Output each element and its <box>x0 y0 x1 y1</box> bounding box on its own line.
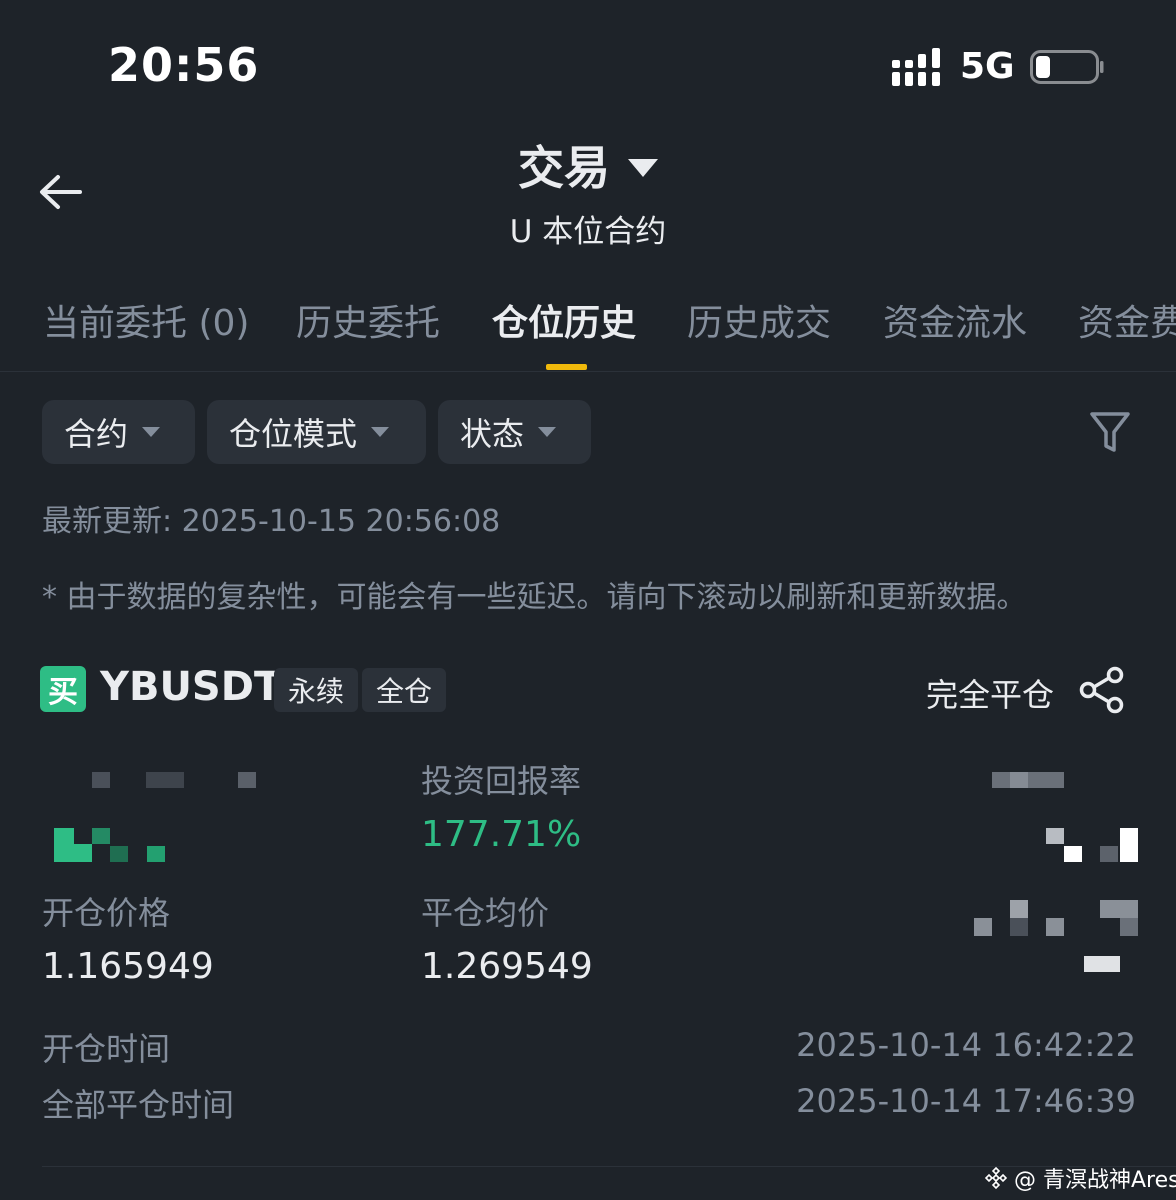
share-icon[interactable] <box>1078 666 1126 714</box>
last-updated: 最新更新: 2025-10-15 20:56:08 <box>42 504 501 539</box>
dropdown-caret-icon <box>142 427 161 437</box>
status-bar-time: 20:56 <box>108 38 260 92</box>
network-type: 5G <box>960 46 1015 87</box>
delay-notice: * 由于数据的复杂性，可能会有一些延迟。请向下滚动以刷新和更新数据。 <box>42 580 1027 615</box>
page-title-text: 交易 <box>518 141 610 195</box>
filter-contract[interactable]: 合约 <box>42 400 195 464</box>
active-tab-indicator <box>546 364 587 370</box>
side-badge: 买 <box>40 666 86 712</box>
open-time-value: 2025-10-14 16:42:22 <box>796 1026 1136 1064</box>
filter-contract-label: 合约 <box>64 415 129 453</box>
close-status: 完全平仓 <box>926 676 1055 714</box>
open-time-label: 开仓时间 <box>42 1030 171 1068</box>
battery-icon <box>1030 50 1104 84</box>
watermark: @ 青溟战神Ares <box>984 1162 1176 1194</box>
tab-position-history[interactable]: 仓位历史 <box>492 294 636 346</box>
tab-funding-fee[interactable]: 资金费 <box>1078 294 1176 346</box>
close-time-label: 全部平仓时间 <box>42 1086 235 1124</box>
tab-divider <box>0 371 1176 372</box>
dropdown-caret-icon <box>538 427 557 437</box>
watermark-text: @ 青溟战神Ares <box>1014 1168 1176 1193</box>
filter-icon[interactable] <box>1088 410 1132 456</box>
tag-cross-margin: 全仓 <box>362 668 447 712</box>
tab-open-orders[interactable]: 当前委托 (0) <box>43 294 249 346</box>
tab-transaction-history[interactable]: 资金流水 <box>883 294 1027 346</box>
filter-position-mode[interactable]: 仓位模式 <box>207 400 426 464</box>
roi-label: 投资回报率 <box>421 762 582 800</box>
open-price-value: 1.165949 <box>42 946 214 987</box>
page-title[interactable]: 交易 <box>0 132 1176 198</box>
filter-status-label: 状态 <box>460 415 525 453</box>
close-price-value: 1.269549 <box>421 946 593 987</box>
tab-order-history[interactable]: 历史委托 <box>296 294 440 346</box>
filter-position-mode-label: 仓位模式 <box>229 415 358 453</box>
dropdown-caret-icon <box>371 427 390 437</box>
page-subtitle: U 本位合约 <box>509 214 667 250</box>
tag-perpetual: 永续 <box>274 668 359 712</box>
close-price-label: 平仓均价 <box>421 894 550 932</box>
filter-status[interactable]: 状态 <box>438 400 591 464</box>
watermark-logo-icon <box>984 1166 1008 1190</box>
signal-icon <box>892 48 940 86</box>
dropdown-caret-icon <box>628 158 658 177</box>
open-price-label: 开仓价格 <box>42 894 171 932</box>
position-symbol: YBUSDT <box>100 664 282 710</box>
tab-trade-history[interactable]: 历史成交 <box>687 294 831 346</box>
roi-value: 177.71% <box>421 814 582 855</box>
close-time-value: 2025-10-14 17:46:39 <box>796 1082 1136 1120</box>
